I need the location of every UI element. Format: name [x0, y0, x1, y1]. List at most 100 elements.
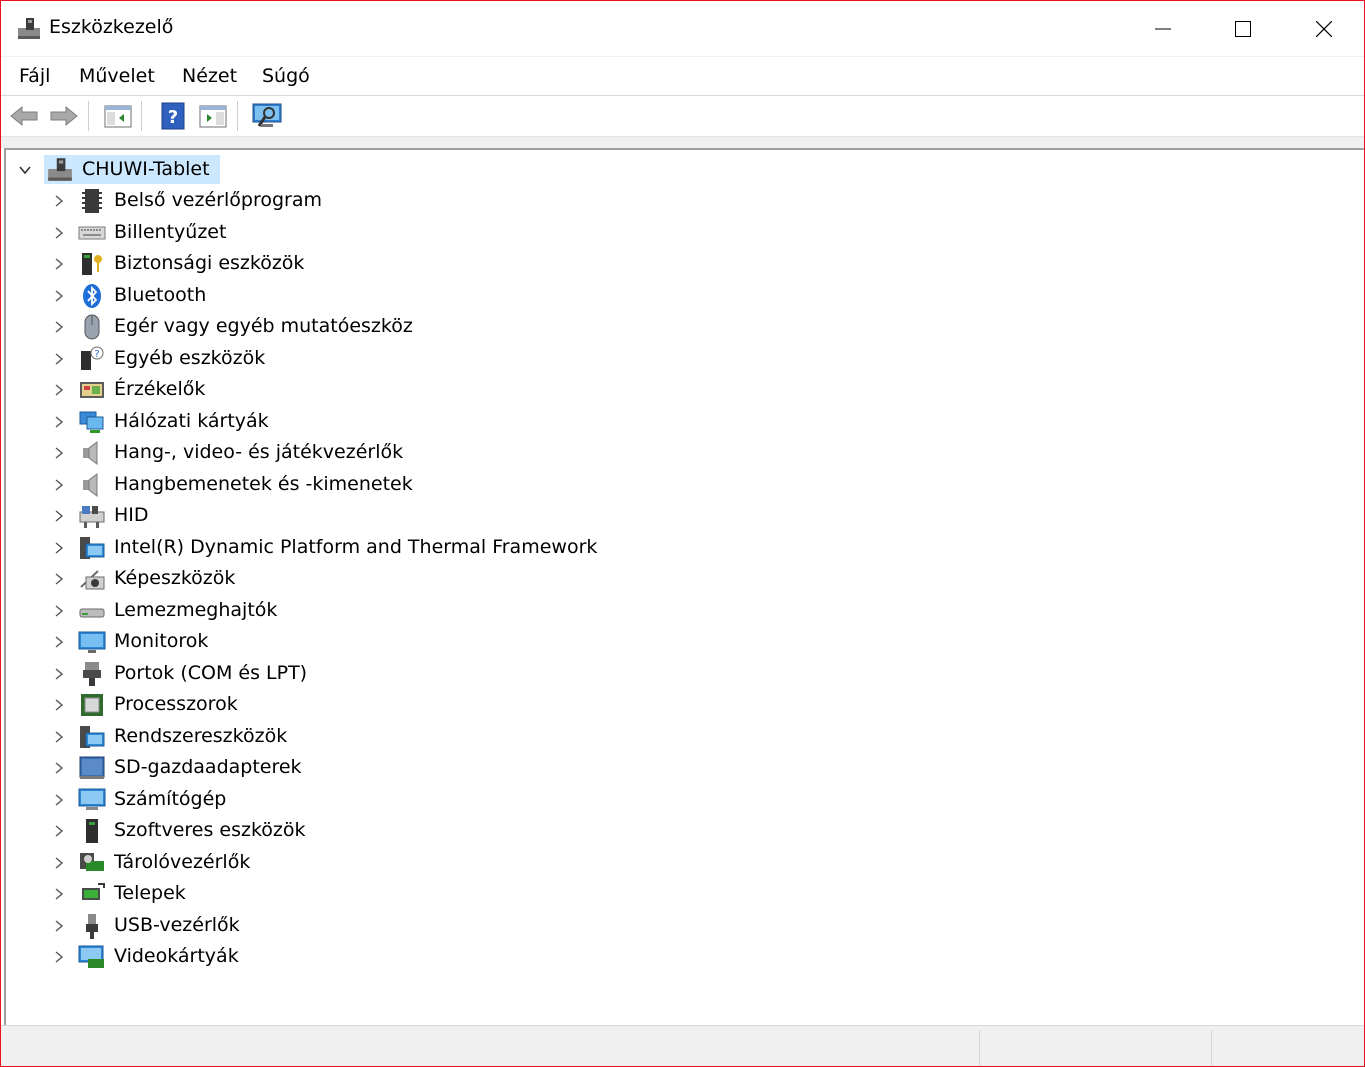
tree-item[interactable]: Bluetooth [6, 281, 706, 311]
tree-item[interactable]: Intel(R) Dynamic Platform and Thermal Fr… [6, 533, 706, 563]
back-button[interactable] [8, 101, 40, 131]
chevron-right-icon[interactable] [52, 887, 66, 901]
forward-button[interactable] [48, 101, 80, 131]
system-device-icon [80, 726, 105, 748]
tree-item[interactable]: Egér vagy egyéb mutatóeszköz [6, 312, 706, 342]
minimize-button[interactable] [1123, 1, 1203, 56]
tree-item-label: Lemezmeghajtók [114, 599, 278, 621]
maximize-button[interactable] [1203, 1, 1283, 56]
chevron-right-icon[interactable] [52, 635, 66, 649]
chevron-right-icon[interactable] [52, 667, 66, 681]
tree-item[interactable]: Hang-, video- és játékvezérlők [6, 438, 706, 468]
menu-action[interactable]: Művelet [79, 65, 155, 87]
chevron-right-icon[interactable] [52, 289, 66, 303]
menu-file[interactable]: Fájl [19, 65, 50, 87]
tree-item[interactable]: Processzorok [6, 690, 706, 720]
mouse-icon [84, 314, 100, 340]
chevron-right-icon[interactable] [52, 793, 66, 807]
chevron-down-icon[interactable] [18, 163, 32, 177]
tree-item[interactable]: Számítógép [6, 785, 706, 815]
chevron-right-icon[interactable] [52, 730, 66, 744]
tree-item[interactable]: SD-gazdaadapterek [6, 753, 706, 783]
speaker-icon [83, 473, 98, 497]
toolbar-divider [237, 101, 238, 131]
chevron-right-icon[interactable] [52, 572, 66, 586]
chevron-right-icon[interactable] [52, 226, 66, 240]
tree-item[interactable]: HID [6, 501, 706, 531]
tree-item-label: Monitorok [114, 630, 209, 652]
tree-item-label: Hang-, video- és játékvezérlők [114, 441, 404, 463]
tree-item-label: Hálózati kártyák [114, 410, 269, 432]
tree-item-label: Rendszereszközök [114, 725, 288, 747]
camera-icon [80, 570, 105, 590]
close-button[interactable] [1284, 1, 1364, 56]
device-manager-window: Eszközkezelő Fájl Művelet Nézet Súgó ? C… [0, 0, 1365, 1067]
tree-item-label: Processzorok [114, 693, 238, 715]
tree-item-label: HID [114, 504, 149, 526]
chevron-right-icon[interactable] [52, 541, 66, 555]
chevron-right-icon[interactable] [52, 824, 66, 838]
forward-arrow-icon [50, 105, 78, 127]
chevron-right-icon[interactable] [52, 194, 66, 208]
tree-item-label: Telepek [114, 882, 186, 904]
toolbar-divider [141, 101, 142, 131]
tree-item[interactable]: Lemezmeghajtók [6, 596, 706, 626]
tree-item[interactable]: Érzékelők [6, 375, 706, 405]
show-action-pane-button[interactable] [197, 101, 229, 131]
tree-item-label: Tárolóvezérlők [114, 851, 251, 873]
tree-item[interactable]: Biztonsági eszközök [6, 249, 706, 279]
tree-item[interactable]: Szoftveres eszközök [6, 816, 706, 846]
show-hide-console-tree-button[interactable] [102, 101, 134, 131]
back-arrow-icon [10, 105, 38, 127]
chevron-right-icon[interactable] [52, 950, 66, 964]
tree-item[interactable]: Hálózati kártyák [6, 407, 706, 437]
hid-icon [79, 506, 105, 528]
keyboard-icon [78, 226, 106, 240]
chevron-right-icon[interactable] [52, 352, 66, 366]
tree-item[interactable]: Monitorok [6, 627, 706, 657]
toolbar-bottom-border [1, 136, 1364, 148]
display-adapter-icon [78, 945, 104, 968]
chevron-right-icon[interactable] [52, 320, 66, 334]
tree-item[interactable]: ? Egyéb eszközök [6, 344, 706, 374]
chevron-right-icon[interactable] [52, 383, 66, 397]
sd-adapter-icon [79, 756, 105, 779]
chevron-right-icon[interactable] [52, 478, 66, 492]
speaker-icon [83, 441, 98, 465]
tree-item[interactable]: Tárolóvezérlők [6, 848, 706, 878]
disk-drive-icon [79, 608, 105, 618]
tree-item-label: Egyéb eszközök [114, 347, 266, 369]
tree-item[interactable]: Videokártyák [6, 942, 706, 972]
chevron-right-icon[interactable] [52, 509, 66, 523]
tree-item[interactable]: USB-vezérlők [6, 911, 706, 941]
tree-item[interactable]: Hangbemenetek és -kimenetek [6, 470, 706, 500]
chevron-right-icon[interactable] [52, 761, 66, 775]
tree-root[interactable]: CHUWI-Tablet [6, 155, 406, 185]
chevron-right-icon[interactable] [52, 446, 66, 460]
port-icon [83, 662, 101, 686]
device-manager-icon [18, 18, 40, 39]
scan-hardware-button[interactable] [251, 101, 283, 131]
tree-item[interactable]: Billentyűzet [6, 218, 706, 248]
device-tree[interactable]: CHUWI-Tablet Belső vezérlőprogram Billent… [4, 148, 1364, 1026]
tree-item[interactable]: Belső vezérlőprogram [6, 186, 706, 216]
tree-item[interactable]: Telepek [6, 879, 706, 909]
tree-item-label: Portok (COM és LPT) [114, 662, 308, 684]
tree-item-label: Számítógép [114, 788, 227, 810]
toolbar: ? [1, 96, 1364, 136]
help-button[interactable]: ? [157, 101, 189, 131]
menu-view[interactable]: Nézet [182, 65, 237, 87]
tree-item-label: Billentyűzet [114, 221, 227, 243]
tree-item[interactable]: Rendszereszközök [6, 722, 706, 752]
scan-hardware-icon [252, 103, 282, 127]
chevron-right-icon[interactable] [52, 919, 66, 933]
tree-item[interactable]: Portok (COM és LPT) [6, 659, 706, 689]
menu-help[interactable]: Súgó [262, 65, 310, 87]
chevron-right-icon[interactable] [52, 257, 66, 271]
chevron-right-icon[interactable] [52, 856, 66, 870]
tree-item[interactable]: Képeszközök [6, 564, 706, 594]
chevron-right-icon[interactable] [52, 415, 66, 429]
chevron-right-icon[interactable] [52, 604, 66, 618]
chevron-right-icon[interactable] [52, 698, 66, 712]
tree-item-label: Belső vezérlőprogram [114, 189, 322, 211]
